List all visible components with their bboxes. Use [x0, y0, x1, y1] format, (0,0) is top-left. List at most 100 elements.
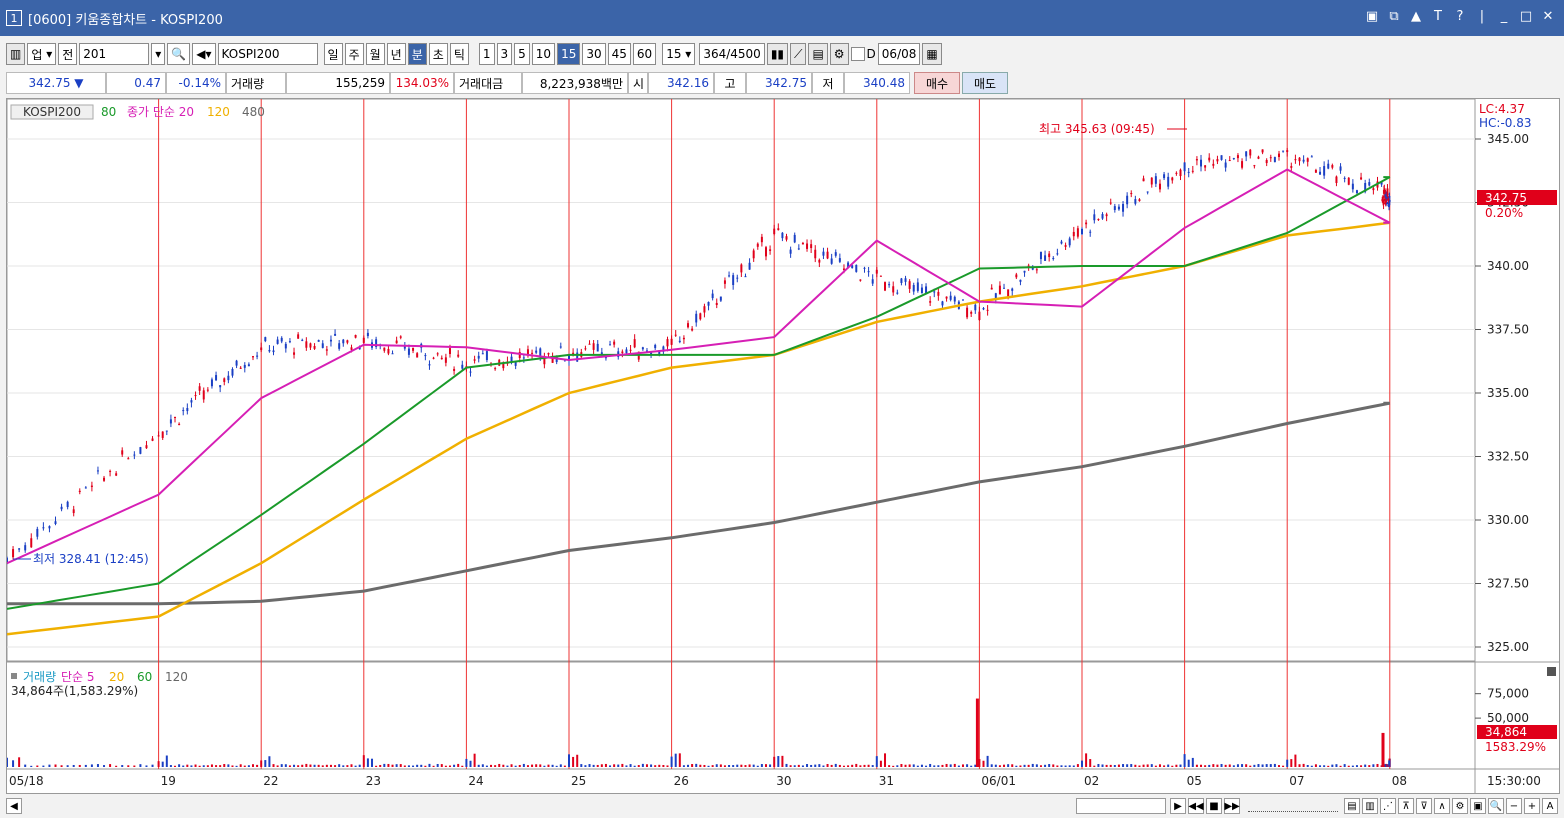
interval-button[interactable]: 10: [531, 43, 556, 65]
period-button[interactable]: 분: [407, 43, 427, 65]
zoom-out-icon[interactable]: −: [1506, 798, 1522, 814]
candle-tool-icon[interactable]: ▮▮: [766, 43, 789, 65]
volume-bar: [169, 765, 172, 767]
scroll-left-icon[interactable]: ◀: [6, 798, 22, 814]
interval-button[interactable]: 45: [607, 43, 631, 65]
settings-gear-icon[interactable]: ⚙: [829, 43, 849, 65]
play-icon[interactable]: ▶: [1170, 798, 1186, 814]
code-input[interactable]: 201: [79, 43, 150, 65]
tool-icon[interactable]: ⊼: [1398, 798, 1414, 814]
vol-tick-label: 75,000: [1487, 687, 1529, 701]
scroll-thumb[interactable]: [1076, 798, 1166, 814]
rewind-icon[interactable]: ◀◀: [1188, 798, 1204, 814]
chart-type-icon[interactable]: ▥: [6, 43, 26, 65]
period-button[interactable]: 틱: [449, 43, 469, 65]
tool-icon[interactable]: ⋰: [1380, 798, 1396, 814]
tool-icon[interactable]: ∧: [1434, 798, 1450, 814]
sell-button[interactable]: 매도: [962, 72, 1008, 94]
interval-select[interactable]: 15 ▾: [662, 43, 696, 65]
candle-body: [916, 282, 919, 291]
volume-bar: [139, 764, 142, 767]
copy-icon[interactable]: ⧉: [1386, 9, 1402, 24]
volume-bar: [1216, 764, 1219, 767]
layout-icon[interactable]: ▣: [1364, 9, 1380, 24]
candle-body: [1343, 177, 1346, 179]
save-icon[interactable]: ▤: [808, 43, 828, 65]
zoom-slider[interactable]: [1248, 800, 1338, 812]
d-checkbox[interactable]: [850, 47, 865, 61]
volume-bar: [1228, 764, 1231, 767]
close-icon[interactable]: ✕: [1540, 9, 1556, 24]
period-button[interactable]: 월: [365, 43, 385, 65]
y-tick-label: 340.00: [1487, 259, 1529, 273]
interval-button[interactable]: 60: [632, 43, 657, 65]
minimize-icon[interactable]: _: [1496, 9, 1512, 24]
candle-body: [760, 236, 763, 243]
volume-bar: [1011, 764, 1014, 767]
help-icon[interactable]: ?: [1452, 9, 1468, 24]
zoom-in-icon[interactable]: +: [1524, 798, 1540, 814]
volume-bar: [498, 763, 501, 767]
price-tag-pct: 0.20%: [1485, 206, 1523, 220]
calendar-icon[interactable]: ▦: [922, 43, 942, 65]
buy-button[interactable]: 매수: [914, 72, 960, 94]
tool-icon[interactable]: ▥: [1362, 798, 1378, 814]
volume-bar: [695, 763, 698, 767]
volume-bar: [518, 764, 521, 767]
candle-body: [1381, 199, 1384, 202]
candle-body: [904, 278, 907, 282]
speaker-icon[interactable]: ◀▾: [192, 43, 216, 65]
volume-bar: [1331, 764, 1334, 767]
count-value: 364: [703, 47, 727, 61]
jeon-label[interactable]: 전: [58, 43, 78, 65]
price-chart-svg[interactable]: 345.00342.50340.00337.50335.00332.50330.…: [7, 99, 1559, 793]
volume-bar: [178, 764, 181, 767]
main-toolbar: ▥ 업 ▾ 전 201 ▾ 🔍 ◀▾ KOSPI200 일주월년분초틱 1351…: [0, 40, 1564, 68]
x-tick-label: 25: [571, 774, 586, 788]
chart-scrollbar[interactable]: ◀ ▶ ◀◀ ■ ▶▶ ▤ ▥ ⋰ ⊼ ⊽ ∧ ⚙ ▣ 🔍 − + A: [6, 796, 1560, 816]
interval-button[interactable]: 30: [582, 43, 606, 65]
date-field[interactable]: 06/08: [877, 43, 921, 65]
interval-button[interactable]: 1: [478, 43, 495, 65]
period-button[interactable]: 일: [323, 43, 343, 65]
candle-body: [855, 264, 858, 272]
lock-icon[interactable]: ▲: [1408, 9, 1424, 24]
interval-button[interactable]: 15: [557, 43, 581, 65]
interval-button[interactable]: 5: [514, 43, 530, 65]
candle-body: [127, 458, 130, 460]
volume-bar: [769, 764, 772, 767]
forward-icon[interactable]: ▶▶: [1224, 798, 1240, 814]
count-field[interactable]: 364/4500: [699, 43, 765, 65]
tool-icon[interactable]: ▤: [1344, 798, 1360, 814]
y-tick-label: 332.50: [1487, 450, 1529, 464]
volume-bar: [1167, 764, 1170, 767]
dropdown-icon[interactable]: ▾: [151, 43, 166, 65]
font-size-icon[interactable]: A: [1542, 798, 1558, 814]
candle-body: [756, 243, 759, 247]
period-button[interactable]: 년: [386, 43, 406, 65]
candle-body: [251, 356, 254, 358]
candle-body: [1117, 206, 1120, 210]
tool-icon[interactable]: ▣: [1470, 798, 1486, 814]
font-icon[interactable]: T: [1430, 9, 1446, 24]
tool-icon[interactable]: ⚙: [1452, 798, 1468, 814]
maximize-icon[interactable]: □: [1518, 9, 1534, 24]
zoom-search-icon[interactable]: 🔍: [1488, 798, 1504, 814]
name-field[interactable]: KOSPI200: [217, 43, 318, 65]
chart-area[interactable]: 345.00342.50340.00337.50335.00332.50330.…: [6, 98, 1560, 794]
tool-icon[interactable]: ⊽: [1416, 798, 1432, 814]
volume-bar: [264, 760, 267, 767]
market-select[interactable]: 업 ▾: [27, 43, 57, 65]
x-tick-label: 22: [263, 774, 278, 788]
volume-bar: [535, 764, 538, 767]
candle-body: [1294, 159, 1297, 161]
search-icon[interactable]: 🔍: [167, 43, 191, 65]
stop-icon[interactable]: ■: [1206, 798, 1222, 814]
period-button[interactable]: 주: [344, 43, 364, 65]
candle-body: [1113, 206, 1116, 210]
line-tool-icon[interactable]: ⟋: [790, 43, 807, 65]
volume-bar: [1117, 764, 1120, 767]
interval-button[interactable]: 3: [496, 43, 513, 65]
period-button[interactable]: 초: [428, 43, 448, 65]
candle-body: [740, 264, 743, 273]
